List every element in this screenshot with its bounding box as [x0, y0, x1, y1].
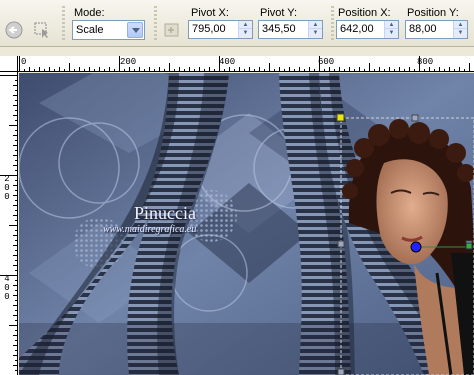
ruler-corner: [0, 56, 18, 72]
pivot-y-value: 345,50: [262, 23, 296, 35]
vertical-ruler-ticks: [0, 75, 17, 371]
ruler-label: 400: [4, 274, 10, 302]
pick-tool-icon[interactable]: [32, 20, 52, 40]
circle-arrow-icon[interactable]: [4, 20, 24, 40]
apply-icon[interactable]: [162, 20, 182, 40]
mode-label: Mode:: [74, 7, 105, 19]
pivot-x-stepper[interactable]: ▲ ▼: [238, 21, 252, 38]
position-y-stepper[interactable]: ▲ ▼: [453, 21, 467, 38]
pivot-y-input[interactable]: 345,50 ▲ ▼: [258, 20, 323, 39]
position-x-label: Position X:: [338, 7, 391, 19]
watermark-title: Pinuccia: [134, 203, 196, 223]
mode-select[interactable]: Scale: [72, 20, 145, 40]
pivot-x-value: 795,00: [192, 23, 226, 35]
left-handle: [337, 240, 345, 248]
ruler-label: 800: [417, 57, 434, 67]
canvas-artwork: [19, 73, 474, 375]
top-left-handle: [336, 113, 345, 122]
pivot-y-label: Pivot Y:: [260, 7, 298, 19]
pivot-x-label: Pivot X:: [191, 7, 229, 19]
tool-options-bar: Mode: Scale Pivot X: 795,00 ▲ ▼ Pivot Y: …: [0, 0, 474, 47]
horizontal-ruler-ticks: [19, 56, 470, 71]
toolbar-grip: [154, 6, 157, 40]
pivot-x-input[interactable]: 795,00 ▲ ▼: [188, 20, 253, 39]
mode-value: Scale: [76, 24, 104, 36]
position-y-input[interactable]: 88,00 ▲ ▼: [405, 20, 468, 39]
horizontal-ruler[interactable]: 0 200 400 600 800: [18, 56, 474, 72]
top-handle: [411, 114, 419, 122]
image-canvas[interactable]: Pinuccia www.maidiregrafica.eu: [19, 73, 474, 375]
ruler-label: 400: [219, 57, 236, 67]
ruler-label: 600: [318, 57, 335, 67]
pivot-y-stepper[interactable]: ▲ ▼: [308, 21, 322, 38]
position-y-value: 88,00: [409, 23, 437, 35]
chevron-down-icon[interactable]: [127, 22, 143, 38]
position-y-label: Position Y:: [407, 7, 459, 19]
pivot-point: [410, 241, 422, 253]
position-x-stepper[interactable]: ▲ ▼: [384, 21, 398, 38]
toolbar-grip: [62, 6, 65, 40]
app-window: Mode: Scale Pivot X: 795,00 ▲ ▼ Pivot Y: …: [0, 0, 474, 375]
vertical-ruler[interactable]: 200 400: [0, 72, 18, 375]
bottom-left-handle: [337, 368, 345, 375]
ruler-label: 0: [21, 57, 27, 67]
ruler-label: 200: [120, 57, 137, 67]
position-x-input[interactable]: 642,00 ▲ ▼: [336, 20, 399, 39]
watermark-url: www.maidiregrafica.eu: [103, 224, 197, 235]
toolbar-grip: [331, 6, 334, 40]
ruler-label: 200: [4, 174, 10, 202]
position-x-value: 642,00: [340, 23, 374, 35]
